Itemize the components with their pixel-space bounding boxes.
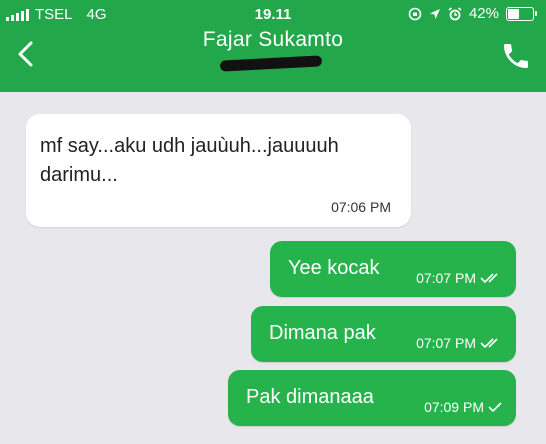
alarm-icon [448,6,462,20]
double-check-icon [480,273,498,284]
location-icon [429,8,440,19]
message-time: 07:07 PM [416,335,476,351]
message-time: 07:09 PM [424,399,484,415]
message-text: Pak dimanaaa [246,386,374,408]
status-bar: TSEL 4G 19.11 42% [0,4,546,26]
outgoing-message[interactable]: Pak dimanaaa 07:09 PM [228,370,516,426]
outgoing-message[interactable]: Yee kocak 07:07 PM [270,241,516,297]
battery-percent: 42% [468,5,499,22]
check-icon [488,402,502,413]
redacted-subtitle [219,55,323,72]
message-text: Dimana pak [269,322,376,344]
outgoing-message[interactable]: Dimana pak 07:07 PM [251,306,516,362]
contact-name[interactable]: Fajar Sukamto [0,28,546,52]
message-text: mf say...aku udh jauùuh...jauuuuh darimu… [40,135,339,186]
message-text: Yee kocak [288,257,380,279]
battery-icon [506,6,537,21]
message-time: 07:07 PM [416,270,476,286]
incoming-message[interactable]: mf say...aku udh jauùuh...jauuuuh darimu… [26,114,411,227]
message-time: 07:06 PM [331,199,391,215]
double-check-icon [480,338,498,349]
phone-icon[interactable] [500,40,532,72]
chat-header: TSEL 4G 19.11 42% Fajar Sukamto [0,0,546,92]
rotation-lock-icon [408,7,422,20]
